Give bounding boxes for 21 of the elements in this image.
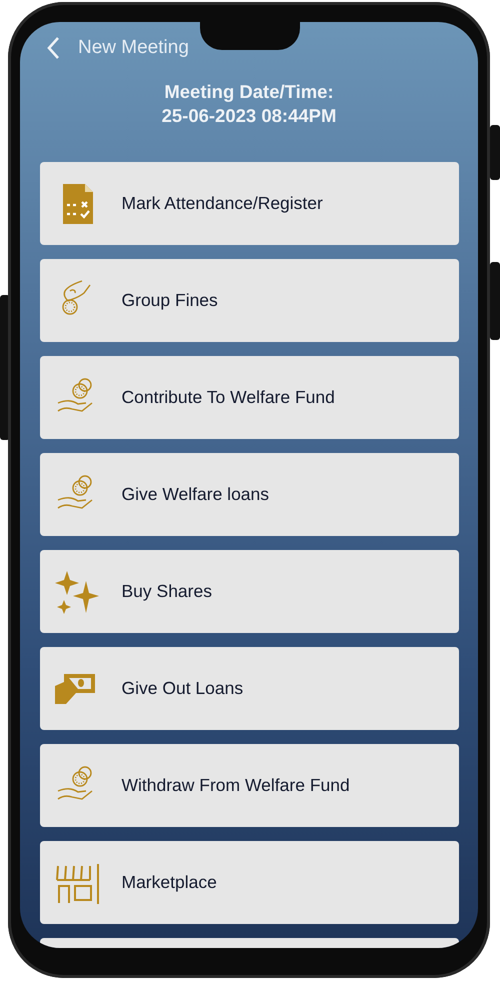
menu-card[interactable]: Withdraw From Welfare Fund [40, 744, 458, 827]
menu-card[interactable]: Marketplace [40, 841, 458, 924]
menu-card[interactable]: Mark Attendance/Register [40, 162, 458, 245]
menu-card[interactable]: Contribute To Welfare Fund [40, 356, 458, 439]
date-value: 25-06-2023 08:44PM [162, 104, 336, 128]
back-icon[interactable] [46, 36, 60, 60]
menu-label: Give Out Loans [122, 678, 244, 699]
menu-card[interactable]: Buy Shares [40, 550, 458, 633]
screen-title: New Meeting [78, 37, 189, 59]
menu-label: Withdraw From Welfare Fund [122, 775, 350, 796]
menu-card[interactable]: Give Out Loans [40, 647, 458, 730]
date-label: Meeting Date/Time: [164, 80, 334, 104]
menu-card[interactable]: Give Welfare loans [40, 453, 458, 536]
menu-label: Group Fines [122, 290, 218, 311]
menu-label: Contribute To Welfare Fund [122, 387, 335, 408]
menu-label: Marketplace [122, 872, 217, 893]
menu-label: Give Welfare loans [122, 484, 270, 505]
menu-label: Buy Shares [122, 581, 212, 602]
sparkles-icon [54, 568, 100, 614]
menu-card[interactable]: Group Fines [40, 259, 458, 342]
menu-label: Mark Attendance/Register [122, 193, 323, 214]
